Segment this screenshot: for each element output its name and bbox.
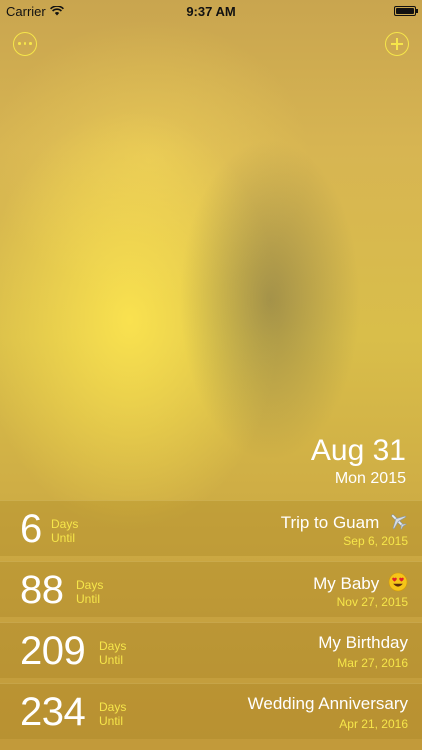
event-title-text: Wedding Anniversary — [247, 694, 408, 713]
heart-eyes-emoji-icon — [388, 572, 408, 597]
unit-top: Days — [51, 517, 79, 531]
event-title: Wedding Anniversary — [248, 694, 408, 714]
battery-icon — [394, 6, 418, 16]
event-date: Mar 27, 2016 — [337, 656, 408, 670]
unit-bottom: Until — [99, 714, 124, 728]
event-date: Sep 6, 2015 — [343, 534, 408, 548]
days-unit: Days Until — [76, 578, 103, 606]
unit-bottom: Until — [51, 531, 76, 545]
days-count: 209 — [20, 629, 86, 673]
unit-top: Days — [99, 639, 127, 653]
unit-bottom: Until — [99, 653, 124, 667]
event-title: My Birthday — [318, 633, 408, 653]
current-date: Aug 31 Mon 2015 — [311, 433, 406, 489]
status-time: 9:37 AM — [186, 4, 236, 19]
days-count: 6 — [20, 507, 42, 551]
unit-top: Days — [76, 578, 104, 592]
event-row-wedding-anniversary[interactable]: 234 Days Until Wedding Anniversary Apr 2… — [0, 683, 422, 739]
event-title: My Baby — [313, 572, 408, 597]
unit-bottom: Until — [76, 592, 101, 606]
event-date: Apr 21, 2016 — [339, 717, 408, 731]
event-row-trip-to-guam[interactable]: 6 Days Until Trip to Guam Sep 6, 2015 — [0, 500, 422, 556]
event-title-text: Trip to Guam — [280, 513, 380, 532]
days-unit: Days Until — [51, 517, 78, 545]
current-weekday-year: Mon 2015 — [334, 470, 406, 487]
current-day: Aug 31 — [310, 434, 406, 467]
add-button[interactable] — [385, 32, 409, 56]
app-screen: Carrier 9:37 AM Aug 31 Mon 2015 6 Days U… — [0, 0, 422, 750]
event-row-my-baby[interactable]: 88 Days Until My Baby Nov 27, 2015 — [0, 561, 422, 617]
event-title: Trip to Guam — [281, 511, 408, 536]
days-count: 234 — [20, 690, 86, 734]
status-bar: Carrier 9:37 AM — [0, 0, 422, 22]
event-date: Nov 27, 2015 — [336, 595, 408, 609]
event-title-text: My Birthday — [318, 633, 408, 652]
days-unit: Days Until — [99, 700, 126, 728]
days-unit: Days Until — [99, 639, 126, 667]
days-count: 88 — [20, 568, 64, 612]
event-title-text: My Baby — [313, 574, 380, 593]
airplane-icon — [388, 511, 408, 536]
event-row-my-birthday[interactable]: 209 Days Until My Birthday Mar 27, 2016 — [0, 622, 422, 678]
more-button[interactable] — [13, 32, 37, 56]
unit-top: Days — [99, 700, 127, 714]
more-dots-icon — [14, 42, 36, 46]
